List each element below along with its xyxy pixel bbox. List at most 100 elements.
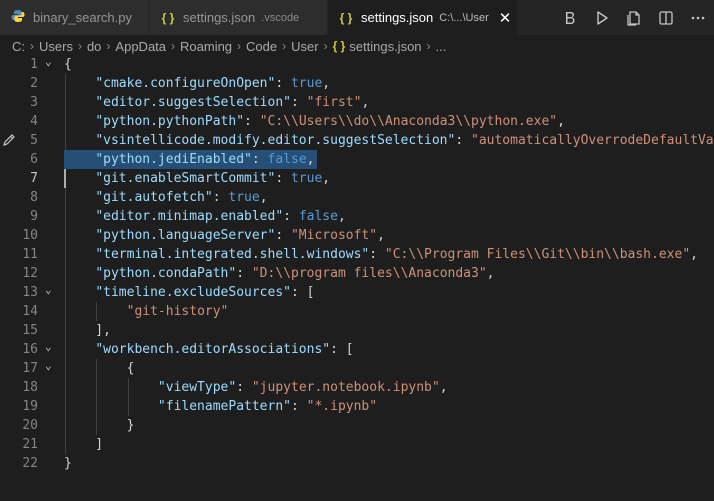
- code-editor[interactable]: 1 ⌄{2 "cmake.configureOnOpen": true, 3 "ed…: [0, 55, 714, 501]
- code-text: "editor.suggestSelection": "first",: [64, 93, 369, 112]
- code-token: : [: [290, 285, 315, 300]
- breadcrumb-item[interactable]: Code: [244, 39, 279, 54]
- code-line[interactable]: 22}: [0, 454, 714, 473]
- code-token: :: [244, 114, 260, 129]
- breadcrumb-item[interactable]: AppData: [113, 39, 168, 54]
- code-token: "Microsoft": [290, 228, 378, 243]
- code-token: :: [455, 133, 471, 148]
- line-number: 15: [22, 323, 38, 338]
- chevron-right-icon: ›: [106, 39, 111, 53]
- code-token: ,: [259, 190, 268, 205]
- code-token: :: [275, 171, 291, 186]
- code-line[interactable]: 12 "python.condaPath": "D:\\program file…: [0, 264, 714, 283]
- code-line[interactable]: 4 "python.pythonPath": "C:\\Users\\do\\A…: [0, 112, 714, 131]
- code-text: "terminal.integrated.shell.windows": "C:…: [64, 245, 698, 264]
- code-token: true: [228, 190, 260, 205]
- line-number: 3: [30, 95, 38, 110]
- breadcrumb-item[interactable]: settings.json: [347, 39, 423, 54]
- code-text: "timeline.excludeSources": [: [64, 283, 314, 302]
- tab-binary-search[interactable]: binary_search.py: [0, 0, 150, 35]
- code-token: :: [369, 247, 385, 262]
- chevron-right-icon: ›: [171, 39, 176, 53]
- code-line[interactable]: 6 "python.jediEnabled": false,: [0, 150, 714, 169]
- code-line[interactable]: 2 "cmake.configureOnOpen": true,: [0, 74, 714, 93]
- line-number: 4: [30, 114, 38, 129]
- code-line[interactable]: 11 "terminal.integrated.shell.windows": …: [0, 245, 714, 264]
- code-token: true: [290, 171, 323, 186]
- code-token: :: [236, 380, 252, 395]
- code-token: "cmake.configureOnOpen": [95, 76, 276, 91]
- code-line[interactable]: 7 "git.enableSmartCommit": true,: [0, 169, 714, 188]
- json-file-icon: { }: [332, 39, 346, 53]
- code-token: "git.autofetch": [95, 190, 213, 205]
- code-line[interactable]: 20 }: [0, 416, 714, 435]
- line-number: 5: [30, 133, 38, 148]
- bold-b-icon[interactable]: [554, 0, 586, 35]
- split-editor-icon[interactable]: [650, 0, 682, 35]
- tab-settings-vscode[interactable]: { } settings.json .vscode: [150, 0, 328, 35]
- code-token: "C:\\Users\\do\\Anaconda3\\python.exe": [259, 114, 558, 129]
- code-line[interactable]: 21 ]: [0, 435, 714, 454]
- code-token: ,: [557, 114, 565, 129]
- breadcrumb-item[interactable]: C:: [10, 39, 27, 54]
- code-token: ,: [306, 152, 315, 167]
- code-token: "editor.minimap.enabled": [95, 209, 284, 224]
- line-number: 21: [22, 437, 38, 452]
- chevron-right-icon: ›: [426, 39, 431, 53]
- code-token: "timeline.excludeSources": [95, 285, 291, 300]
- tab-description: .vscode: [261, 11, 300, 24]
- code-line[interactable]: 13 ⌄ "timeline.excludeSources": [: [0, 283, 714, 302]
- code-line[interactable]: 19 "filenamePattern": "*.ipynb": [0, 397, 714, 416]
- close-icon[interactable]: ✕: [499, 9, 512, 27]
- code-token: false: [298, 209, 338, 224]
- code-text: }: [64, 454, 72, 473]
- json-file-icon: { }: [339, 10, 353, 25]
- code-text: "vsintellicode.modify.editor.suggestSele…: [64, 131, 714, 150]
- code-line[interactable]: 14 "git-history": [0, 302, 714, 321]
- fold-chevron-icon[interactable]: ⌄: [45, 337, 52, 356]
- code-line[interactable]: 8 "git.autofetch": true,: [0, 188, 714, 207]
- json-file-icon: { }: [161, 10, 175, 25]
- breadcrumb-item[interactable]: do: [85, 39, 103, 54]
- code-text: "workbench.editorAssociations": [: [64, 340, 353, 359]
- fold-chevron-icon[interactable]: ⌄: [45, 52, 52, 71]
- run-icon[interactable]: [586, 0, 618, 35]
- breadcrumb-item[interactable]: Roaming: [178, 39, 234, 54]
- code-line[interactable]: 15 ],: [0, 321, 714, 340]
- chevron-right-icon: ›: [237, 39, 242, 53]
- line-number: 13: [22, 285, 38, 300]
- chevron-right-icon: ›: [282, 39, 287, 53]
- code-line[interactable]: 16 ⌄ "workbench.editorAssociations": [: [0, 340, 714, 359]
- code-line[interactable]: 10 "python.languageServer": "Microsoft",: [0, 226, 714, 245]
- code-line[interactable]: 5 "vsintellicode.modify.editor.suggestSe…: [0, 131, 714, 150]
- open-settings-icon[interactable]: [618, 0, 650, 35]
- code-text: "git-history": [64, 302, 229, 321]
- code-text: ],: [64, 321, 111, 340]
- breadcrumb-item[interactable]: Users: [37, 39, 75, 54]
- code-line[interactable]: 18 "viewType": "jupyter.notebook.ipynb",: [0, 378, 714, 397]
- tab-settings-user[interactable]: { } settings.json C:\...\User ✕: [328, 0, 518, 35]
- breadcrumb-item[interactable]: User: [289, 39, 320, 54]
- line-number: 7: [30, 171, 38, 186]
- line-number: 12: [22, 266, 38, 281]
- code-token: "viewType": [157, 380, 237, 395]
- fold-chevron-icon[interactable]: ⌄: [45, 280, 52, 299]
- line-number: 22: [22, 456, 38, 471]
- code-token: ,: [322, 171, 331, 186]
- line-number: 9: [30, 209, 38, 224]
- code-line[interactable]: 1 ⌄ {: [0, 55, 714, 74]
- code-token: "vsintellicode.modify.editor.suggestSele…: [95, 133, 456, 148]
- code-text: "python.languageServer": "Microsoft",: [64, 226, 385, 245]
- breadcrumb-item[interactable]: ...: [434, 39, 449, 54]
- more-actions-icon[interactable]: [682, 0, 714, 35]
- code-line[interactable]: 9 "editor.minimap.enabled": false,: [0, 207, 714, 226]
- code-line[interactable]: 3 "editor.suggestSelection": "first",: [0, 93, 714, 112]
- fold-chevron-icon[interactable]: ⌄: [45, 356, 52, 375]
- code-line[interactable]: 17 ⌄ {: [0, 359, 714, 378]
